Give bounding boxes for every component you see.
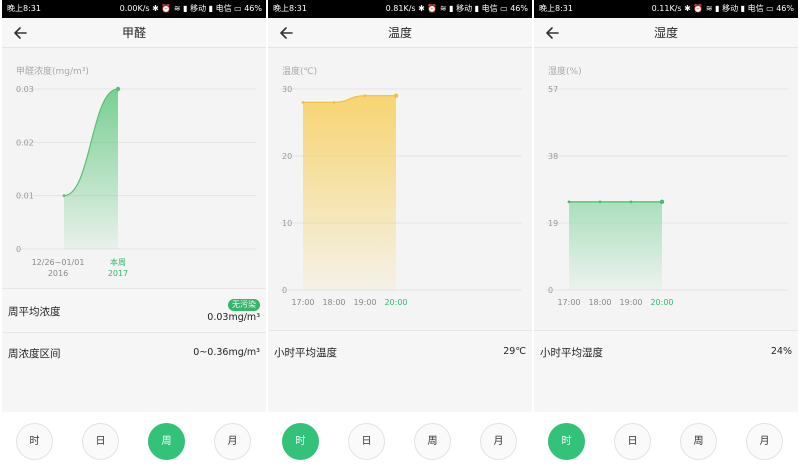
- tab-month[interactable]: 月: [214, 423, 251, 460]
- series-area: [64, 89, 118, 249]
- status-indicators: 0.00K/s ✱ ⏰ ≋ ▮ 移动 ▮ 电信 ▭ 46%: [119, 4, 262, 13]
- chart-svg: 0 10 20 30 17:00 18:00 19:00 20:00: [280, 85, 522, 307]
- status-time: 晚上8:31: [539, 4, 573, 13]
- data-point: [363, 94, 367, 98]
- x-tick-label: 12/26~01/01: [32, 258, 85, 267]
- y-tick-label: 57: [548, 85, 558, 94]
- data-point: [301, 101, 305, 104]
- hourly-average-value: 29℃: [503, 346, 526, 357]
- chart-svg: 0 19 38 57 17:00 18:00 19:00 20:00: [546, 85, 788, 307]
- x-tick-label: 17:00: [291, 298, 314, 307]
- x-tick-label: 20:00: [650, 298, 673, 307]
- y-tick-label: 0: [548, 286, 553, 295]
- app-bar: 甲醛: [2, 18, 266, 48]
- formaldehyde-chart: 甲醛浓度(mg/m³) 0 0.01 0.02 0.03 12/26~01/01 2016…: [2, 50, 266, 286]
- hourly-average-row: 小时平均温度 29℃: [268, 330, 532, 412]
- tab-week[interactable]: 周: [148, 423, 185, 460]
- y-tick-label: 19: [548, 219, 558, 228]
- page-title: 甲醛: [121, 26, 146, 40]
- status-time: 晚上8:31: [7, 4, 41, 13]
- x-tick-label: 18:00: [322, 298, 345, 307]
- x-tick-label: 18:00: [588, 298, 611, 307]
- y-tick-label: 0.01: [16, 192, 34, 201]
- data-point: [598, 200, 602, 204]
- y-tick-label: 0: [282, 286, 287, 295]
- y-tick-label: 0.03: [16, 85, 34, 94]
- data-point: [115, 86, 121, 92]
- temperature-panel: 晚上8:31 0.81K/s ✱ ⏰ ≋ ▮ 移动 ▮ 电信 ▭ 46% 温度 …: [268, 0, 532, 473]
- weekly-range-label: 周浓度区间: [8, 348, 61, 360]
- x-tick-label: 17:00: [557, 298, 580, 307]
- x-tick-label: 2017: [108, 269, 128, 278]
- pollution-status-badge: 无污染: [228, 299, 260, 311]
- temperature-chart: 温度(℃) 0 10 20 30 17:00 18:00 19:00 20:00: [268, 50, 532, 307]
- period-tabs: 时 日 周 月: [534, 412, 798, 473]
- data-point: [659, 199, 665, 205]
- humidity-chart: 湿度(%) 0 19 38 57 17:00 18:00 19:00 20:00: [534, 50, 798, 307]
- weekly-average-value: 0.03mg/m³: [207, 312, 260, 323]
- data-point: [393, 93, 399, 98]
- status-indicators: 0.81K/s ✱ ⏰ ≋ ▮ 移动 ▮ 电信 ▭ 46%: [385, 4, 528, 13]
- data-point: [567, 200, 571, 204]
- formaldehyde-panel: 晚上8:31 0.00K/s ✱ ⏰ ≋ ▮ 移动 ▮ 电信 ▭ 46% 甲醛 …: [2, 0, 266, 473]
- status-bar: 晚上8:31 0.00K/s ✱ ⏰ ≋ ▮ 移动 ▮ 电信 ▭ 46%: [2, 0, 266, 18]
- series-area: [569, 201, 662, 290]
- tab-month[interactable]: 月: [480, 423, 517, 460]
- app-bar: 湿度: [534, 18, 798, 48]
- status-bar: 晚上8:31 0.81K/s ✱ ⏰ ≋ ▮ 移动 ▮ 电信 ▭ 46%: [268, 0, 532, 18]
- page-title: 湿度: [653, 26, 678, 40]
- hourly-average-label: 小时平均温度: [274, 347, 337, 359]
- tab-day[interactable]: 日: [348, 423, 385, 460]
- tab-hour[interactable]: 时: [548, 423, 585, 460]
- hourly-average-value: 24%: [770, 346, 792, 357]
- tab-week[interactable]: 周: [414, 423, 451, 460]
- data-point: [62, 194, 66, 198]
- y-tick-label: 38: [548, 152, 558, 161]
- weekly-range-value: 0~0.36mg/m³: [193, 347, 260, 358]
- hourly-average-label: 小时平均湿度: [540, 347, 603, 359]
- status-indicators: 0.11K/s ✱ ⏰ ≋ ▮ 移动 ▮ 电信 ▭ 46%: [651, 4, 794, 13]
- y-tick-label: 0: [16, 245, 21, 254]
- period-tabs: 时 日 周 月: [2, 412, 266, 473]
- data-point: [629, 200, 633, 204]
- x-tick-label: 20:00: [384, 298, 407, 307]
- page-title: 温度: [387, 26, 412, 40]
- x-tick-label: 19:00: [353, 298, 376, 307]
- tab-month[interactable]: 月: [746, 423, 783, 460]
- y-tick-label: 10: [282, 219, 292, 228]
- y-tick-label: 0.02: [16, 138, 34, 147]
- x-tick-label: 2016: [48, 269, 68, 278]
- series-area: [303, 95, 396, 290]
- weekly-average-label: 周平均浓度: [8, 306, 61, 318]
- humidity-panel: 晚上8:31 0.11K/s ✱ ⏰ ≋ ▮ 移动 ▮ 电信 ▭ 46% 湿度 …: [534, 0, 798, 473]
- period-tabs: 时 日 周 月: [268, 412, 532, 473]
- x-tick-label: 19:00: [619, 298, 642, 307]
- y-tick-label: 30: [282, 85, 292, 94]
- tab-hour[interactable]: 时: [282, 423, 319, 460]
- tab-day[interactable]: 日: [614, 423, 651, 460]
- status-bar: 晚上8:31 0.11K/s ✱ ⏰ ≋ ▮ 移动 ▮ 电信 ▭ 46%: [534, 0, 798, 18]
- weekly-range-row: 周浓度区间 0~0.36mg/m³: [2, 332, 266, 412]
- app-bar: 温度: [268, 18, 532, 48]
- x-tick-label: 本周: [110, 257, 126, 267]
- tab-hour[interactable]: 时: [16, 423, 53, 460]
- hourly-average-row: 小时平均湿度 24%: [534, 330, 798, 412]
- chart-svg: 0 0.01 0.02 0.03 12/26~01/01 2016 本周 2017: [16, 85, 256, 278]
- data-point: [332, 101, 336, 104]
- tab-day[interactable]: 日: [82, 423, 119, 460]
- y-tick-label: 20: [282, 152, 292, 161]
- tab-week[interactable]: 周: [680, 423, 717, 460]
- weekly-average-row: 周平均浓度 无污染 0.03mg/m³: [2, 288, 266, 332]
- status-time: 晚上8:31: [273, 4, 307, 13]
